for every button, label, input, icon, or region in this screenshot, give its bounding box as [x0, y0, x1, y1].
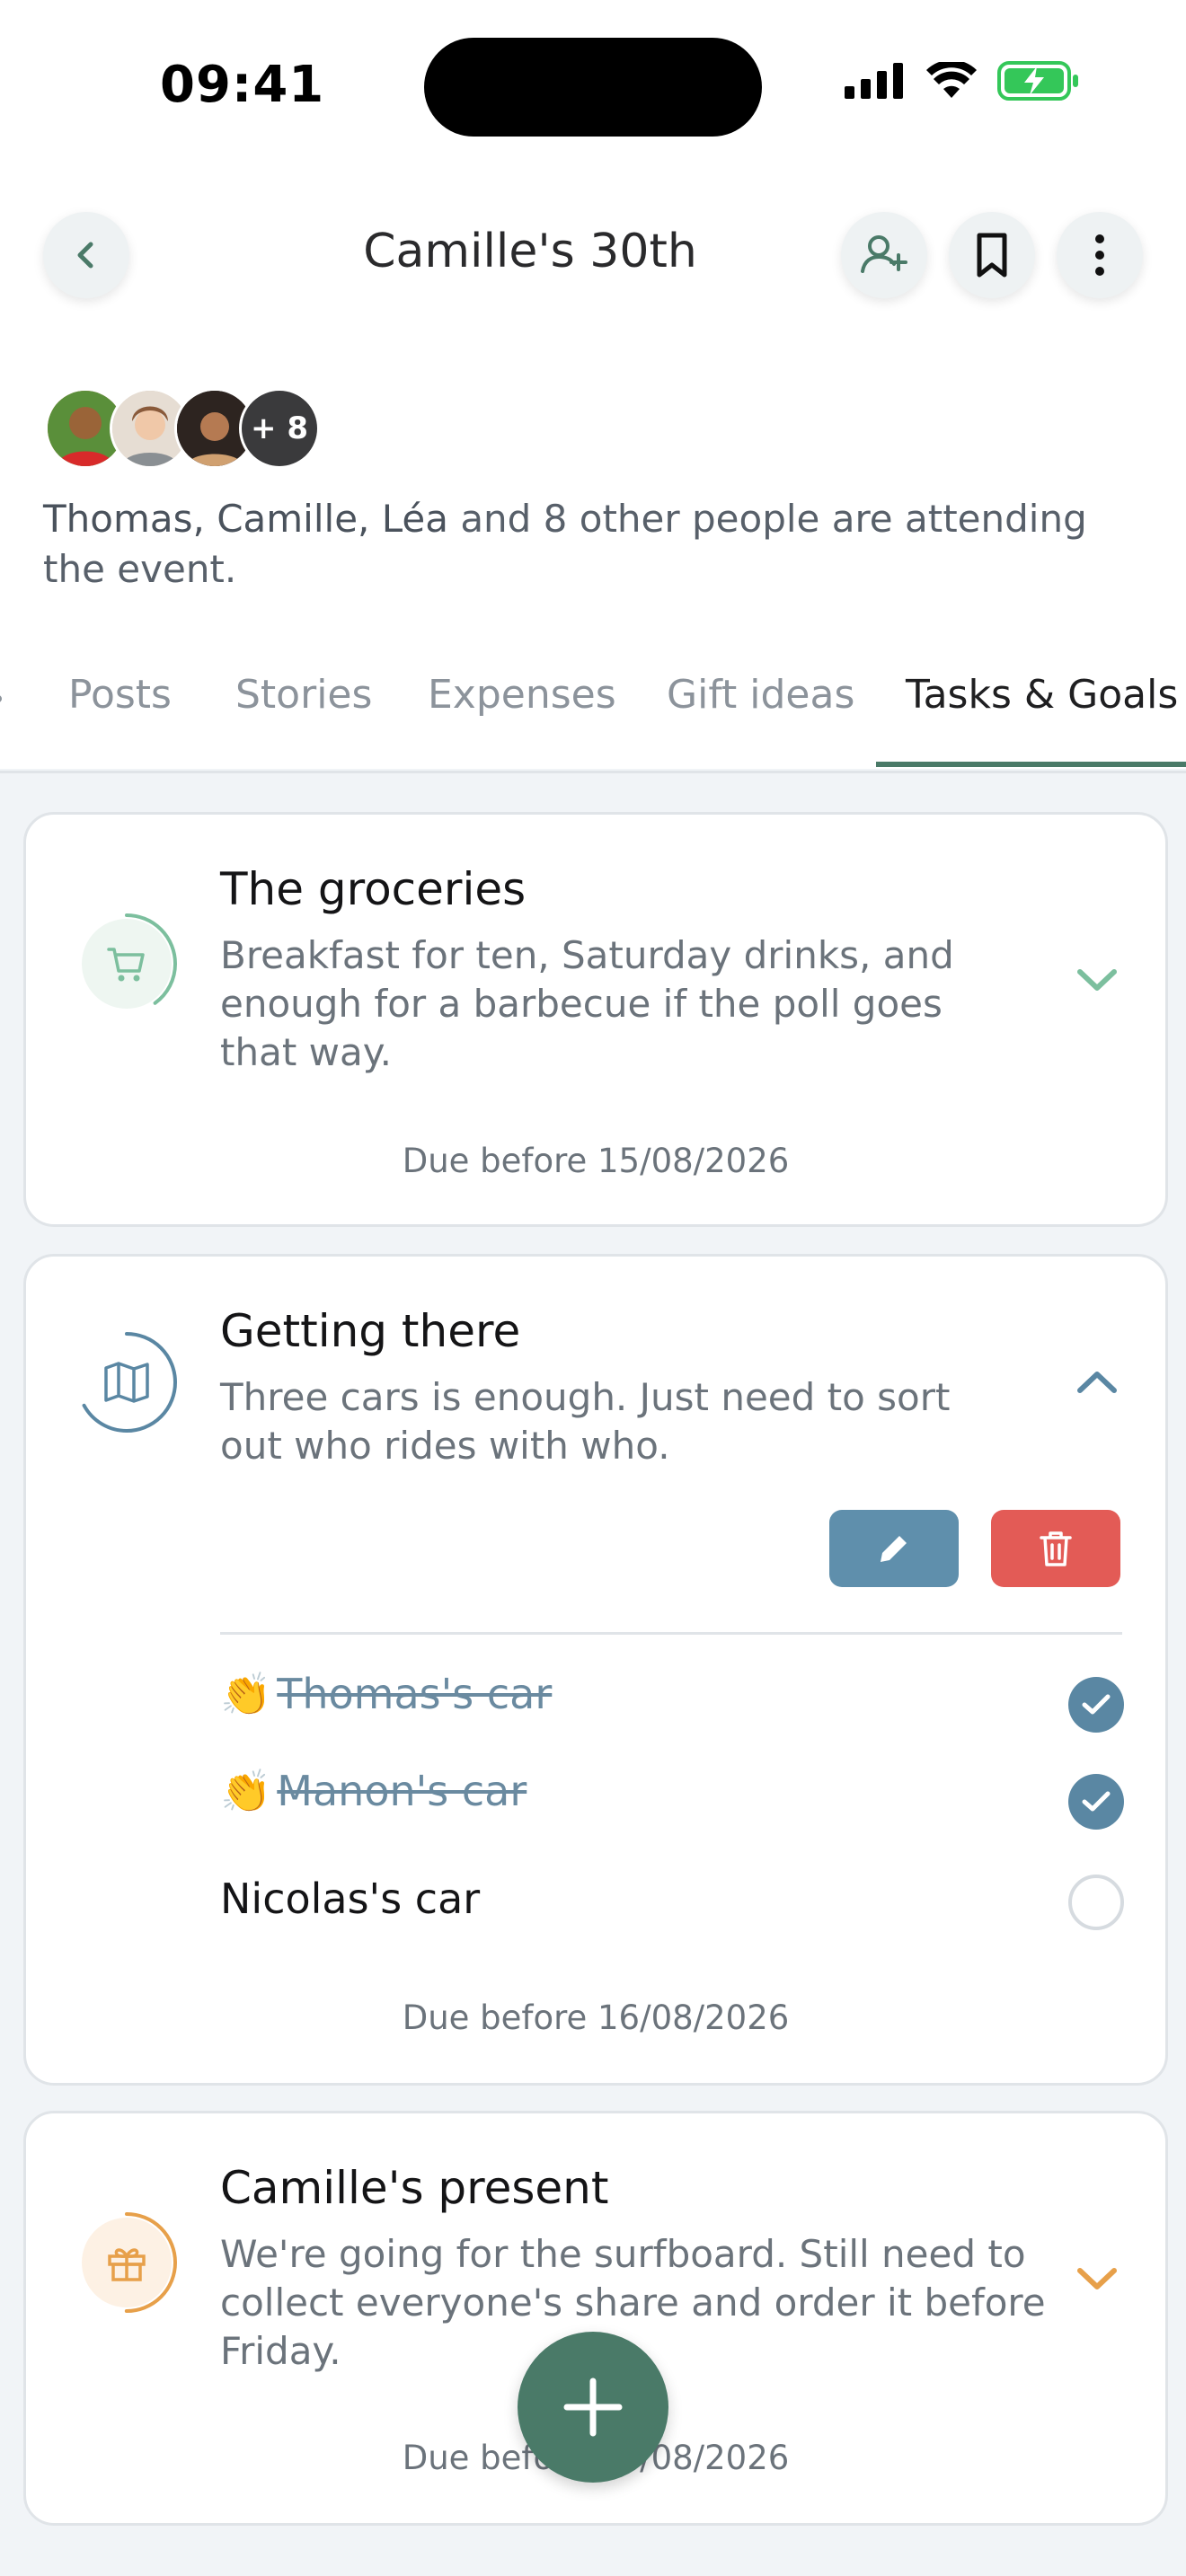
tab-bar: Posts Stories Expenses Gift ideas Tasks …: [0, 672, 1186, 773]
chevron-down-icon: [1077, 2268, 1117, 2289]
bookmark-button[interactable]: [949, 212, 1035, 298]
delete-button[interactable]: [991, 1510, 1120, 1587]
bookmark-icon: [977, 233, 1007, 278]
pencil-icon: [881, 1536, 907, 1562]
task-progress-ring: [75, 912, 179, 1016]
tab-posts[interactable]: Posts: [68, 672, 172, 718]
clap-emoji: 👏: [220, 1767, 272, 1815]
divider: [220, 1632, 1122, 1635]
subtask-item: 👏 Thomas's car: [220, 1670, 552, 1719]
subtask-checkbox[interactable]: [1068, 1875, 1124, 1930]
signal-icon: [845, 63, 903, 99]
expand-button[interactable]: [1070, 953, 1124, 1007]
add-person-button[interactable]: [841, 212, 927, 298]
task-progress-ring: [75, 2210, 179, 2315]
page-title: Camille's 30th: [363, 225, 697, 278]
trash-icon: [1040, 1531, 1072, 1566]
tab-expenses[interactable]: Expenses: [428, 672, 616, 718]
check-icon: [1082, 1694, 1111, 1715]
task-description: Three cars is enough. Just need to sort …: [220, 1375, 951, 1468]
progress-arc: [76, 2212, 177, 2313]
task-due-date: Due before 16/08/2026: [402, 1998, 790, 2037]
task-title: Camille's present: [220, 2162, 609, 2214]
task-card-groceries[interactable]: The groceries Breakfast for ten, Saturda…: [23, 812, 1168, 1227]
more-vertical-icon: [1095, 234, 1104, 276]
task-description: Breakfast for ten, Saturday drinks, and …: [220, 933, 954, 1074]
subtask-label: Manon's car: [277, 1767, 527, 1815]
tab-gift-ideas[interactable]: Gift ideas: [667, 672, 854, 718]
task-due-date: Due before 15/08/2026: [402, 1142, 790, 1180]
dynamic-island: [424, 38, 762, 137]
task-title: Getting there: [220, 1305, 521, 1357]
wifi-icon: [926, 62, 977, 98]
subtask-item: 👏 Manon's car: [220, 1767, 527, 1816]
subtask-checkbox[interactable]: [1068, 1677, 1124, 1733]
chevron-left-icon: [77, 242, 93, 269]
subtask-label: Nicolas's car: [220, 1875, 481, 1923]
check-icon: [1082, 1791, 1111, 1812]
more-button[interactable]: [1057, 212, 1143, 298]
plus-icon: [563, 2378, 623, 2437]
task-progress-ring: [75, 1330, 179, 1434]
add-task-button[interactable]: [518, 2332, 668, 2483]
back-button[interactable]: [43, 212, 129, 298]
more-attendees-badge: + 8: [239, 388, 320, 469]
tab-stories[interactable]: Stories: [235, 672, 372, 718]
collapse-button[interactable]: [1070, 1355, 1124, 1409]
clap-emoji: 👏: [220, 1670, 272, 1718]
subtask-label: Thomas's car: [277, 1670, 553, 1718]
edit-button[interactable]: [829, 1510, 959, 1587]
hidden-tab-edge: [0, 695, 2, 702]
status-icons: [845, 61, 1080, 101]
status-time: 09:41: [160, 56, 325, 114]
person-add-icon: [861, 235, 907, 273]
active-tab-indicator: [876, 762, 1186, 767]
attending-text: Thomas, Camille, Léa and 8 other people …: [43, 494, 1139, 595]
progress-arc: [76, 913, 177, 1014]
tab-tasks-goals[interactable]: Tasks & Goals: [906, 672, 1178, 718]
attendee-names: Thomas, Camille, Léa: [43, 497, 448, 541]
chevron-down-icon: [1077, 969, 1117, 991]
subtask-item: Nicolas's car: [220, 1875, 480, 1923]
progress-arc: [76, 1332, 177, 1433]
battery-icon: [997, 61, 1078, 101]
task-title: The groceries: [220, 863, 527, 915]
task-card-getting-there[interactable]: Getting there Three cars is enough. Just…: [23, 1254, 1168, 2086]
expand-button[interactable]: [1070, 2252, 1124, 2306]
chevron-up-icon: [1077, 1372, 1117, 1393]
subtask-checkbox[interactable]: [1068, 1774, 1124, 1830]
